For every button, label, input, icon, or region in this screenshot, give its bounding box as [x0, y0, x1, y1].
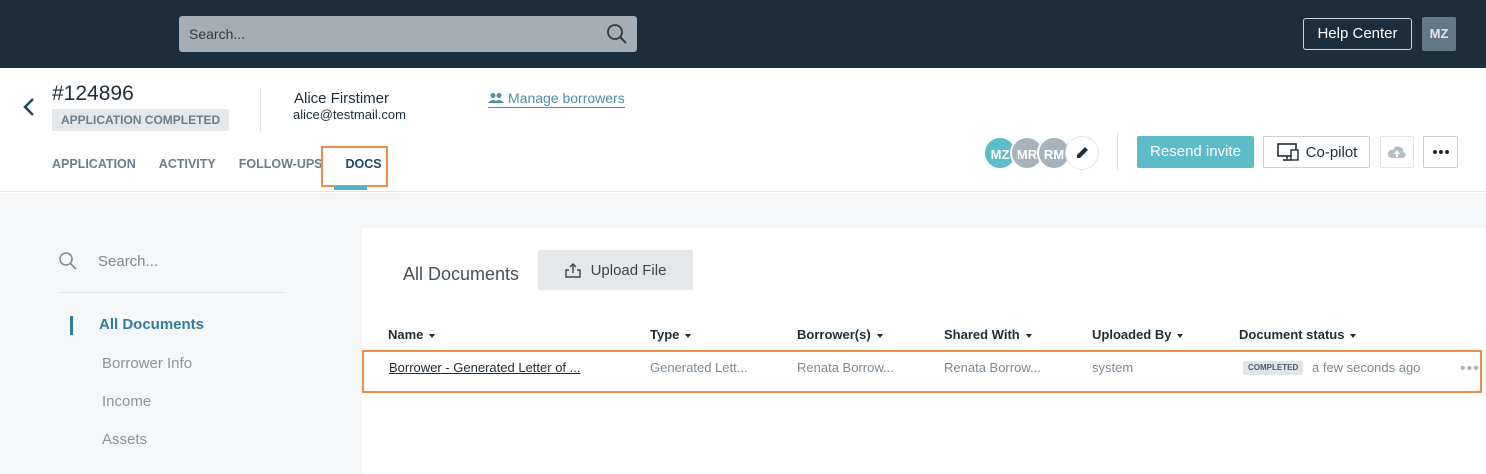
sidebar-item-income[interactable]: Income [102, 393, 151, 410]
pencil-icon[interactable] [1065, 136, 1099, 170]
application-id: #124896 [52, 82, 134, 105]
application-header: #124896 APPLICATION COMPLETED Alice Firs… [0, 68, 1486, 192]
more-dots-icon[interactable] [1423, 136, 1458, 168]
co-pilot-button[interactable]: Co-pilot [1263, 136, 1370, 168]
resend-invite-button[interactable]: Resend invite [1137, 136, 1254, 168]
tab-application[interactable]: APPLICATION [52, 157, 136, 171]
search-icon[interactable] [605, 22, 629, 46]
sidebar-search-input[interactable] [98, 251, 278, 271]
active-indicator [70, 316, 73, 335]
users-icon [488, 93, 504, 103]
column-header-borrowers[interactable]: Borrower(s) [797, 327, 883, 342]
column-header-type[interactable]: Type [650, 327, 692, 342]
docs-content: All Documents Borrower Info Income Asset… [0, 193, 1486, 474]
cloud-upload-icon[interactable] [1380, 136, 1414, 168]
header-divider [260, 88, 261, 132]
global-search-input[interactable] [189, 24, 589, 44]
column-header-document-status[interactable]: Document status [1239, 327, 1357, 342]
manage-borrowers-link[interactable]: Manage borrowers [488, 90, 625, 108]
tab-activity[interactable]: ACTIVITY [159, 157, 216, 171]
upload-file-label: Upload File [590, 261, 667, 279]
document-row-highlight [362, 350, 1482, 393]
back-arrow-icon[interactable] [20, 96, 40, 118]
user-avatar[interactable]: MZ [1422, 17, 1456, 51]
active-tab-indicator [334, 186, 367, 190]
sidebar-item-assets[interactable]: Assets [102, 431, 147, 448]
sidebar-item-all-documents[interactable]: All Documents [99, 316, 204, 333]
docs-tab-highlight [321, 146, 388, 187]
upload-icon [564, 263, 581, 278]
global-search[interactable] [179, 16, 637, 52]
tab-follow-ups[interactable]: FOLLOW-UPS [239, 157, 323, 171]
sidebar-item-borrower-info[interactable]: Borrower Info [102, 355, 192, 372]
upload-file-button[interactable]: Upload File [538, 250, 693, 290]
top-bar: Help Center MZ [0, 0, 1486, 68]
borrower-name: Alice Firstimer [294, 90, 390, 107]
search-icon [58, 251, 78, 276]
co-pilot-label: Co-pilot [1305, 143, 1358, 161]
column-header-name[interactable]: Name [388, 327, 436, 342]
borrower-email: alice@testmail.com [293, 107, 406, 122]
column-header-uploaded-by[interactable]: Uploaded By [1092, 327, 1184, 342]
manage-borrowers-label: Manage borrowers [508, 90, 625, 106]
monitor-icon [1276, 143, 1299, 161]
help-center-button[interactable]: Help Center [1303, 18, 1412, 50]
sidebar-search[interactable] [58, 243, 286, 293]
toolbar-divider [1117, 132, 1118, 170]
documents-title: All Documents [403, 264, 520, 284]
column-header-shared-with[interactable]: Shared With [944, 327, 1032, 342]
application-status-badge: APPLICATION COMPLETED [52, 109, 230, 131]
